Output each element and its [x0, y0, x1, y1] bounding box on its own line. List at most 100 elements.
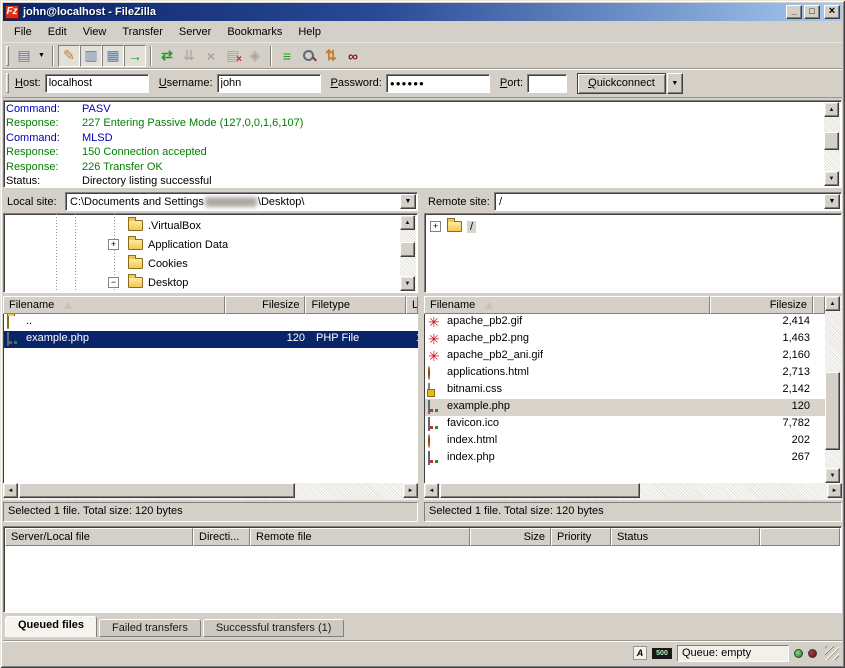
- resize-grip[interactable]: [825, 646, 839, 660]
- expand-plus-icon[interactable]: +: [430, 221, 441, 232]
- scroll-up-icon[interactable]: ▲: [824, 102, 839, 117]
- file-row-parent-dir[interactable]: ..: [4, 314, 418, 331]
- quickconnect-button[interactable]: Quickconnect: [577, 73, 666, 94]
- file-row[interactable]: apache_pb2.gif2,414: [425, 314, 825, 331]
- sync-browsing-button[interactable]: ⇅: [320, 45, 342, 67]
- file-row[interactable]: index.php267: [425, 450, 825, 467]
- tab-failed-transfers[interactable]: Failed transfers: [99, 619, 201, 637]
- quickconnect-dropdown-button[interactable]: ▼: [667, 73, 683, 94]
- tab-successful-transfers[interactable]: Successful transfers (1): [203, 619, 345, 637]
- tab-queued-files[interactable]: Queued files: [5, 616, 97, 637]
- remote-list-scrollbar[interactable]: ▲ ▼: [825, 296, 842, 483]
- collapse-minus-icon[interactable]: −: [108, 277, 119, 288]
- menu-view[interactable]: View: [75, 23, 115, 41]
- expand-plus-icon[interactable]: +: [108, 239, 119, 250]
- tree-item-virtualbox[interactable]: .VirtualBox: [4, 216, 399, 235]
- file-row[interactable]: apache_pb2.png1,463: [425, 331, 825, 348]
- column-last-modified[interactable]: L: [406, 296, 418, 314]
- scroll-down-icon[interactable]: ▼: [824, 171, 839, 186]
- chevron-down-icon[interactable]: ▼: [400, 194, 416, 209]
- port-input[interactable]: [527, 74, 567, 93]
- file-row[interactable]: index.html202: [425, 433, 825, 450]
- tree-item-cookies[interactable]: Cookies: [4, 254, 399, 273]
- toggle-message-log-button[interactable]: ✎: [58, 45, 80, 67]
- file-row[interactable]: bitnami.css2,142: [425, 382, 825, 399]
- toggle-transfer-queue-button[interactable]: →: [124, 45, 146, 67]
- menu-bookmarks[interactable]: Bookmarks: [219, 23, 290, 41]
- file-row-example-php[interactable]: example.php 120 PHP File 1: [4, 331, 418, 348]
- file-row[interactable]: apache_pb2_ani.gif2,160: [425, 348, 825, 365]
- local-hscrollbar-thumb[interactable]: [19, 483, 295, 498]
- process-queue-button[interactable]: ⇊: [178, 45, 200, 67]
- toggle-remote-tree-button[interactable]: ▦: [102, 45, 124, 67]
- menu-file[interactable]: File: [6, 23, 40, 41]
- column-filetype[interactable]: Filetype: [305, 296, 406, 314]
- scroll-right-icon[interactable]: ►: [403, 483, 418, 498]
- directory-comparison-button[interactable]: [298, 45, 320, 67]
- site-manager-dropdown-button[interactable]: ▼: [35, 45, 48, 67]
- scroll-down-icon[interactable]: ▼: [825, 468, 840, 483]
- file-row[interactable]: applications.html2,713: [425, 365, 825, 382]
- scroll-left-icon[interactable]: ◄: [3, 483, 18, 498]
- remote-scrollbar-thumb[interactable]: [825, 372, 840, 450]
- tree-item-desktop[interactable]: − Desktop: [4, 273, 399, 292]
- local-site-combobox[interactable]: C:\Documents and Settings\Desktop\ ▼: [65, 192, 418, 211]
- toolbar-grip[interactable]: [6, 46, 9, 66]
- chevron-down-icon[interactable]: ▼: [824, 194, 840, 209]
- remote-site-combobox[interactable]: / ▼: [494, 192, 842, 211]
- scroll-right-icon[interactable]: ►: [827, 483, 842, 498]
- disconnect-button[interactable]: ▤×: [222, 45, 244, 67]
- column-status[interactable]: Status: [611, 528, 760, 546]
- column-filesize[interactable]: Filesize: [710, 296, 814, 314]
- title-bar: Fz john@localhost - FileZilla _ □ ×: [3, 3, 842, 21]
- column-server-local-file[interactable]: Server/Local file: [5, 528, 193, 546]
- scroll-left-icon[interactable]: ◄: [424, 483, 439, 498]
- toggle-local-tree-button[interactable]: ▥: [80, 45, 102, 67]
- close-button[interactable]: ×: [824, 5, 840, 19]
- column-filename[interactable]: Filename: [3, 296, 225, 314]
- ascii-datatype-icon[interactable]: A: [633, 646, 647, 660]
- remote-tree[interactable]: + /: [424, 213, 842, 293]
- filter-button[interactable]: ≡: [276, 45, 298, 67]
- column-priority[interactable]: Priority: [551, 528, 611, 546]
- menu-edit[interactable]: Edit: [40, 23, 75, 41]
- scroll-up-icon[interactable]: ▲: [825, 296, 840, 311]
- local-tree[interactable]: .VirtualBox + Application Data Cookies −…: [3, 213, 418, 293]
- minimize-button[interactable]: _: [786, 5, 802, 19]
- column-filesize[interactable]: Filesize: [225, 296, 306, 314]
- refresh-button[interactable]: ⇄: [156, 45, 178, 67]
- column-direction[interactable]: Directi...: [193, 528, 250, 546]
- speed-limit-icon[interactable]: 500: [652, 648, 672, 659]
- menu-help[interactable]: Help: [290, 23, 329, 41]
- file-row[interactable]: favicon.ico7,782: [425, 416, 825, 433]
- menu-transfer[interactable]: Transfer: [114, 23, 171, 41]
- local-list-hscrollbar[interactable]: ◄ ►: [3, 483, 418, 500]
- cancel-operation-button[interactable]: ×: [200, 45, 222, 67]
- filezilla-app-icon[interactable]: Fz: [5, 5, 19, 19]
- local-tree-scrollbar-thumb[interactable]: [400, 242, 415, 257]
- remote-list-hscrollbar[interactable]: ◄ ►: [424, 483, 842, 500]
- quickbar-grip[interactable]: [6, 73, 9, 93]
- find-files-button[interactable]: ∞: [342, 45, 364, 67]
- tree-item-root[interactable]: + /: [425, 217, 839, 236]
- file-row-selected[interactable]: example.php120: [425, 399, 825, 416]
- message-log: Command:PASV Response:227 Entering Passi…: [3, 100, 842, 188]
- column-filename[interactable]: Filename: [424, 296, 710, 314]
- remote-hscrollbar-thumb[interactable]: [440, 483, 640, 498]
- reconnect-button[interactable]: ◈: [244, 45, 266, 67]
- password-input[interactable]: [386, 74, 490, 93]
- local-tree-scrollbar[interactable]: ▲ ▼: [400, 215, 416, 291]
- message-log-lines: Command:PASV Response:227 Entering Passi…: [6, 102, 823, 188]
- maximize-button[interactable]: □: [804, 5, 820, 19]
- scroll-up-icon[interactable]: ▲: [400, 215, 415, 230]
- host-input[interactable]: [45, 74, 149, 93]
- log-scrollbar[interactable]: ▲ ▼: [824, 102, 840, 186]
- scroll-down-icon[interactable]: ▼: [400, 276, 415, 291]
- log-scrollbar-thumb[interactable]: [824, 132, 839, 150]
- menu-server[interactable]: Server: [171, 23, 219, 41]
- username-input[interactable]: [217, 74, 321, 93]
- column-size[interactable]: Size: [470, 528, 551, 546]
- column-remote-file[interactable]: Remote file: [250, 528, 470, 546]
- site-manager-button[interactable]: ▤: [13, 45, 35, 67]
- tree-item-application-data[interactable]: + Application Data: [4, 235, 399, 254]
